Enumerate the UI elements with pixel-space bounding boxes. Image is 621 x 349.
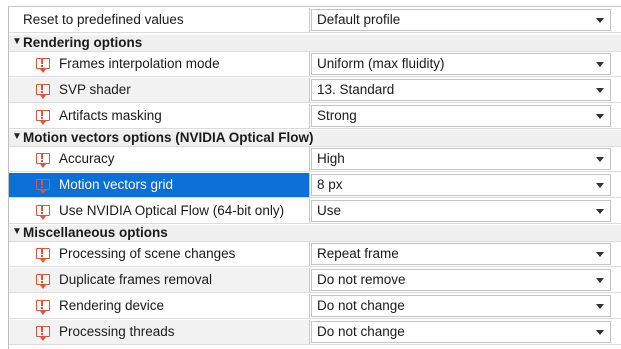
dropdown-value: Do not change: [317, 298, 405, 313]
section-title: Motion vectors options (NVIDIA Optical F…: [23, 130, 314, 145]
chevron-down-icon[interactable]: [596, 252, 604, 257]
chevron-down-icon[interactable]: [596, 304, 604, 309]
dropdown-value: 8 px: [317, 177, 343, 192]
row-name-cell: Artifacts masking: [9, 104, 310, 128]
row-label: Accuracy: [59, 151, 115, 166]
section-miscellaneous-options[interactable]: ▼ Miscellaneous options: [9, 225, 621, 242]
row-processing-scene-changes[interactable]: Processing of scene changes Repeat frame: [9, 242, 621, 267]
dropdown-value: 13. Standard: [317, 82, 395, 97]
row-duplicate-frames-removal[interactable]: Duplicate frames removal Do not remove: [9, 268, 621, 293]
scene-changes-dropdown[interactable]: Repeat frame: [311, 243, 611, 265]
row-label: Rendering device: [59, 298, 165, 313]
artifacts-masking-dropdown[interactable]: Strong: [311, 105, 611, 127]
processing-threads-dropdown[interactable]: Do not change: [311, 321, 611, 343]
collapse-arrow-icon[interactable]: ▼: [12, 131, 22, 142]
row-name-cell: Rendering device: [9, 294, 310, 318]
warning-comment-icon: [36, 110, 50, 125]
grid-top-edge: [8, 0, 621, 7]
accuracy-dropdown[interactable]: High: [311, 148, 611, 170]
row-name-cell: Accuracy: [9, 147, 310, 171]
row-label: Frames interpolation mode: [59, 56, 220, 71]
chevron-down-icon[interactable]: [596, 114, 604, 119]
row-label: Use NVIDIA Optical Flow (64-bit only): [59, 203, 285, 218]
row-name-cell: Duplicate frames removal: [9, 268, 310, 292]
rendering-device-dropdown[interactable]: Do not change: [311, 295, 611, 317]
section-title: Miscellaneous options: [23, 225, 168, 240]
row-label: Motion vectors grid: [59, 177, 174, 192]
row-name-cell: Reset to predefined values: [9, 8, 310, 32]
row-use-nvidia-optical-flow[interactable]: Use NVIDIA Optical Flow (64-bit only) Us…: [9, 199, 621, 224]
chevron-down-icon[interactable]: [596, 209, 604, 214]
warning-comment-icon: [36, 326, 50, 341]
collapse-arrow-icon[interactable]: ▼: [12, 36, 22, 47]
dropdown-value: Uniform (max fluidity): [317, 56, 445, 71]
chevron-down-icon[interactable]: [596, 330, 604, 335]
row-label: Artifacts masking: [59, 108, 162, 123]
row-label: Reset to predefined values: [23, 12, 184, 27]
row-rendering-device[interactable]: Rendering device Do not change: [9, 294, 621, 319]
motion-vectors-grid-dropdown[interactable]: 8 px: [311, 174, 611, 196]
warning-comment-icon: [36, 179, 50, 194]
warning-comment-icon: [36, 300, 50, 315]
profile-dropdown[interactable]: Default profile: [311, 9, 611, 31]
row-motion-vectors-grid[interactable]: Motion vectors grid 8 px: [9, 173, 621, 198]
warning-comment-icon: [36, 274, 50, 289]
row-name-cell-selected: Motion vectors grid: [9, 173, 310, 197]
warning-comment-icon: [36, 248, 50, 263]
warning-comment-icon: [36, 205, 50, 220]
row-name-cell: SVP shader: [9, 78, 310, 102]
section-title: Rendering options: [23, 35, 143, 50]
dropdown-value: Do not remove: [317, 272, 406, 287]
dropdown-value: High: [317, 151, 345, 166]
chevron-down-icon[interactable]: [596, 18, 604, 23]
chevron-down-icon[interactable]: [596, 157, 604, 162]
row-processing-threads[interactable]: Processing threads Do not change: [9, 320, 621, 345]
row-artifacts-masking[interactable]: Artifacts masking Strong: [9, 104, 621, 129]
chevron-down-icon[interactable]: [596, 62, 604, 67]
frames-interpolation-dropdown[interactable]: Uniform (max fluidity): [311, 53, 611, 75]
warning-comment-icon: [36, 153, 50, 168]
row-name-cell: Use NVIDIA Optical Flow (64-bit only): [9, 199, 310, 223]
row-name-cell: Processing of scene changes: [9, 242, 310, 266]
chevron-down-icon[interactable]: [596, 183, 604, 188]
section-motion-vectors-options[interactable]: ▼ Motion vectors options (NVIDIA Optical…: [9, 130, 621, 147]
chevron-down-icon[interactable]: [596, 88, 604, 93]
svp-shader-dropdown[interactable]: 13. Standard: [311, 79, 611, 101]
collapse-arrow-icon[interactable]: ▼: [12, 226, 22, 237]
row-reset-predefined[interactable]: Reset to predefined values Default profi…: [9, 8, 621, 33]
row-frames-interpolation-mode[interactable]: Frames interpolation mode Uniform (max f…: [9, 52, 621, 77]
warning-comment-icon: [36, 84, 50, 99]
row-name-cell: Frames interpolation mode: [9, 52, 310, 76]
row-accuracy[interactable]: Accuracy High: [9, 147, 621, 172]
dropdown-value: Default profile: [317, 12, 401, 27]
row-label: Processing of scene changes: [59, 246, 236, 261]
section-rendering-options[interactable]: ▼ Rendering options: [9, 35, 621, 52]
dropdown-value: Strong: [317, 108, 357, 123]
dropdown-value: Repeat frame: [317, 246, 399, 261]
row-label: Duplicate frames removal: [59, 272, 213, 287]
nvidia-optical-flow-dropdown[interactable]: Use: [311, 200, 611, 222]
dropdown-value: Use: [317, 203, 342, 218]
row-name-cell: Processing threads: [9, 320, 310, 344]
dropdown-value: Do not change: [317, 324, 405, 339]
duplicate-frames-dropdown[interactable]: Do not remove: [311, 269, 611, 291]
row-label: Processing threads: [59, 324, 175, 339]
warning-comment-icon: [36, 58, 50, 73]
row-label: SVP shader: [59, 82, 131, 97]
chevron-down-icon[interactable]: [596, 278, 604, 283]
row-svp-shader[interactable]: SVP shader 13. Standard: [9, 78, 621, 103]
